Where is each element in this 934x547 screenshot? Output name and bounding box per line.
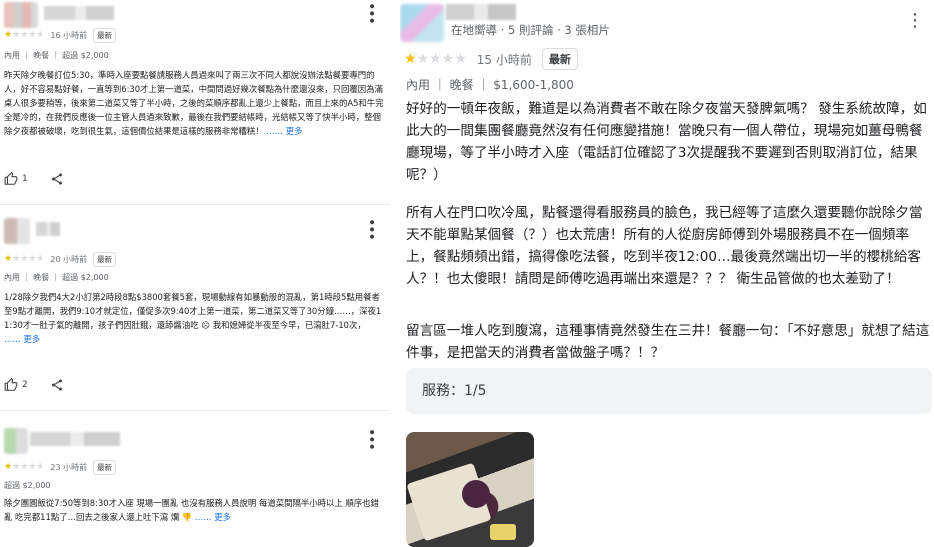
review-paragraph: 好好的一頓年夜飯，難道是以為消費者不敢在除夕夜當天發脾氣嗎？ 發生系統故障，如此… [406, 101, 927, 183]
review-body: 1/28除夕我們4大2小訂第2時段8點$3800套餐5套，現場動線有如暴動般的混… [4, 292, 382, 330]
review-photo[interactable] [406, 432, 534, 547]
more-link[interactable]: …… 更多 [195, 512, 231, 522]
photo-garnish [490, 524, 516, 540]
share-icon[interactable] [50, 378, 64, 392]
review-card: ••• ★★★★★ 20 小時前 最新 內用 ｜ 晚餐 ｜ 超過 $2,000 … [0, 216, 390, 391]
more-vert-icon[interactable]: ••• [363, 2, 379, 24]
expanded-review: 在地嚮導 · 5 則評論 · 3 張相片 ⋮ ★★★★★ 15 小時前 最新 內… [400, 0, 934, 547]
like-button[interactable]: 2 [4, 378, 28, 392]
review-text: 除夕團圓飯從7:50等到8:30才入座 現場一團亂 也沒有服務人員說明 每道菜間… [4, 496, 384, 524]
local-guide-info: 在地嚮導 · 5 則評論 · 3 張相片 [451, 23, 610, 37]
review-paragraph: 留言區一堆人吃到腹瀉，這種事情竟然發生在三井！餐廳一句：「不好意思」就想了結這件… [406, 323, 930, 361]
review-time: 23 小時前 [50, 463, 88, 472]
reviewer-name-blurred[interactable] [44, 6, 114, 20]
review-card: ••• ★★★★★ 23 小時前 最新 超過 $2,000 除夕團圓飯從7:50… [0, 426, 390, 522]
left-review-list: ••• ★★★★★ 16 小時前 最新 內用 ｜ 晚餐 ｜ 超過 $2,000 … [0, 0, 390, 547]
more-vert-icon[interactable]: ••• [363, 218, 379, 240]
divider [0, 410, 390, 411]
star-rating: ★★★★★ [4, 30, 45, 40]
newest-badge: 最新 [541, 48, 578, 70]
review-meta-tags: 內用 ｜ 晚餐 ｜ 超過 $2,000 [4, 273, 109, 282]
like-button[interactable]: 1 [4, 172, 28, 186]
review-meta-tags: 超過 $2,000 [4, 481, 51, 490]
like-count: 1 [22, 174, 28, 184]
review-meta-tags: 內用 ｜ 晚餐 ｜ 超過 $2,000 [4, 51, 109, 60]
newest-badge: 最新 [93, 460, 117, 475]
review-time: 16 小時前 [50, 31, 88, 40]
reviewer-name-blurred[interactable] [30, 432, 120, 446]
review-text: 昨天除夕晚餐訂位5:30，準時入座要點餐請服務人員過來叫了兩三次不同人都說沒辦法… [4, 68, 384, 138]
thumb-up-icon [4, 378, 18, 391]
more-link[interactable]: …… 更多 [4, 334, 40, 344]
review-body: 除夕團圓飯從7:50等到8:30才入座 現場一團亂 也沒有服務人員說明 每道菜間… [4, 498, 379, 522]
reviewer-name-blurred[interactable] [36, 222, 60, 236]
avatar[interactable] [400, 4, 444, 42]
star-rating: ★★★★★ [4, 462, 45, 472]
review-meta-tags: 內用 ｜ 晚餐 ｜ $1,600-1,800 [406, 78, 574, 92]
divider [0, 204, 390, 205]
star-rating: ★★★★★ [4, 254, 45, 264]
review-time: 20 小時前 [50, 255, 88, 264]
like-count: 2 [22, 380, 28, 390]
review-paragraph: 所有人在門口吹冷風，點餐還得看服務員的臉色，我已經等了這麼久還要聽你說除夕當天不… [406, 205, 923, 287]
more-vert-icon[interactable]: ••• [363, 428, 379, 450]
newest-badge: 最新 [93, 28, 117, 43]
review-text: 1/28除夕我們4大2小訂第2時段8點$3800套餐5套，現場動線有如暴動般的混… [4, 290, 384, 346]
thumb-up-icon [4, 172, 18, 185]
more-link[interactable]: …… 更多 [266, 126, 302, 136]
reviewer-name-blurred[interactable] [446, 4, 516, 20]
avatar[interactable] [4, 2, 38, 28]
avatar[interactable] [4, 218, 30, 244]
service-rating: 服務：1/5 [406, 368, 932, 414]
photo-food [462, 480, 490, 508]
review-body: 昨天除夕晚餐訂位5:30，準時入座要點餐請服務人員過來叫了兩三次不同人都說沒辦法… [4, 70, 384, 136]
more-vert-icon[interactable]: ⋮ [906, 10, 924, 31]
share-icon[interactable] [50, 172, 64, 186]
review-time: 15 小時前 [476, 52, 532, 67]
avatar[interactable] [4, 428, 28, 454]
newest-badge: 最新 [93, 252, 117, 267]
star-rating: ★★★★★ [404, 51, 467, 67]
review-card: ••• ★★★★★ 16 小時前 最新 內用 ｜ 晚餐 ｜ 超過 $2,000 … [0, 0, 390, 185]
